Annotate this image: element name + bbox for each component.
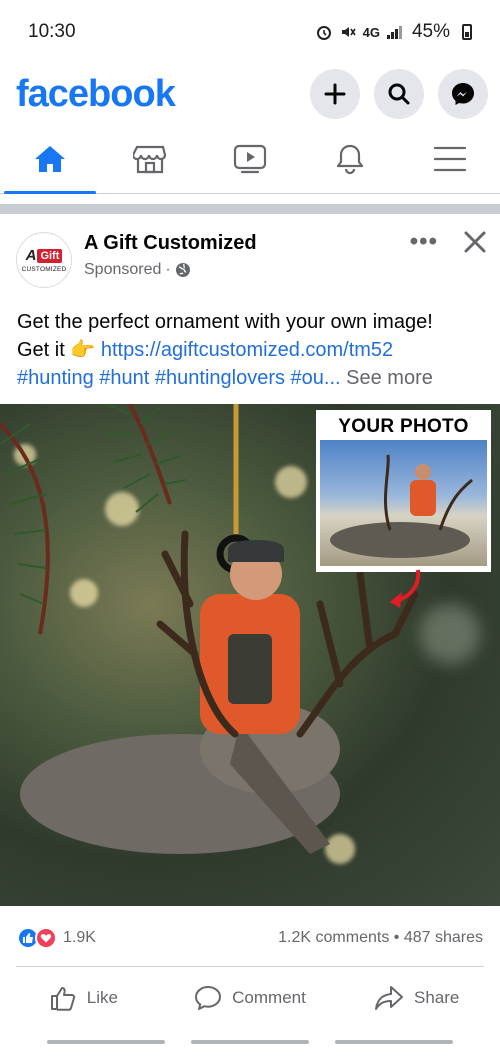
home-icon xyxy=(35,145,65,172)
post-text-line3: #hunting #hunt #huntinglovers #ou... See… xyxy=(17,364,487,392)
main-nav xyxy=(0,124,500,194)
tab-notifications[interactable] xyxy=(300,124,400,193)
globe-icon xyxy=(175,263,190,277)
comment-button[interactable]: Comment xyxy=(167,968,334,1028)
battery-percent: 45% xyxy=(411,21,450,42)
share-label: Share xyxy=(413,988,460,1007)
plus-icon xyxy=(324,83,346,105)
more-options-icon[interactable]: ••• xyxy=(410,228,438,256)
actions-divider xyxy=(16,966,484,967)
status-bar: 10:30 4G 45% xyxy=(0,0,500,64)
alarm-icon xyxy=(316,26,331,40)
feed-divider xyxy=(0,204,500,214)
nav-pill xyxy=(47,1040,165,1044)
your-photo-thumbnail xyxy=(320,440,487,566)
comment-label: Comment xyxy=(232,988,306,1007)
page-name[interactable]: A Gift Customized xyxy=(84,232,257,255)
app-header: facebook xyxy=(0,64,500,124)
tab-marketplace[interactable] xyxy=(100,124,200,193)
avatar-badge: Gift xyxy=(37,248,63,263)
post-header-actions: ••• xyxy=(410,228,486,256)
hamburger-icon xyxy=(433,146,467,171)
battery-icon xyxy=(462,24,472,40)
tab-video[interactable] xyxy=(200,124,300,193)
nav-pill xyxy=(191,1040,309,1044)
post-header: A Gift CUSTOMIZED A Gift Customized Spon… xyxy=(0,226,500,296)
post-hashtags[interactable]: #hunting #hunt #huntinglovers #ou... xyxy=(17,367,341,389)
see-more-link[interactable]: See more xyxy=(346,367,433,389)
sponsored-row: Sponsored · xyxy=(84,261,257,279)
like-button[interactable]: Like xyxy=(0,968,167,1028)
video-icon xyxy=(233,144,267,173)
avatar-subtitle: CUSTOMIZED xyxy=(21,266,67,273)
post-link[interactable]: https://agiftcustomized.com/tm52 xyxy=(101,339,393,361)
thumbs-up-icon xyxy=(50,987,75,1011)
arrow-icon xyxy=(390,569,421,608)
system-nav-bar xyxy=(0,1040,500,1056)
status-time: 10:30 xyxy=(28,21,76,42)
share-icon xyxy=(374,986,403,1010)
sponsored-label[interactable]: Sponsored xyxy=(84,261,161,279)
share-count[interactable]: 487 shares xyxy=(404,929,483,946)
post-text: Get the perfect ornament with your own i… xyxy=(17,308,487,392)
share-button[interactable]: Share xyxy=(333,968,500,1028)
like-label: Like xyxy=(86,988,118,1007)
messenger-icon xyxy=(452,83,474,105)
search-icon xyxy=(388,83,410,105)
network-label: 4G xyxy=(362,24,380,40)
create-button[interactable] xyxy=(310,69,360,119)
post-image[interactable]: YOUR PHOTO xyxy=(0,404,500,906)
engagement-stats: 1.2K comments • 487 shares xyxy=(278,929,483,947)
nav-pill xyxy=(335,1040,453,1044)
reactions-row: 1.9K 1.2K comments • 487 shares xyxy=(0,918,500,958)
signal-icon xyxy=(386,26,402,39)
post-text-line1: Get the perfect ornament with your own i… xyxy=(17,311,433,333)
bell-icon xyxy=(336,144,364,174)
status-icons: 4G 45% xyxy=(315,21,472,43)
post-meta: A Gift Customized Sponsored · xyxy=(84,232,257,296)
comment-icon xyxy=(195,986,222,1010)
your-photo-box: YOUR PHOTO xyxy=(316,410,491,572)
messenger-button[interactable] xyxy=(438,69,488,119)
your-photo-label: YOUR PHOTO xyxy=(338,416,469,437)
facebook-logo[interactable]: facebook xyxy=(16,73,176,116)
avatar-letter: A xyxy=(25,247,37,264)
post-text-line2: Get it 👉 https://agiftcustomized.com/tm5… xyxy=(17,336,487,364)
marketplace-icon xyxy=(133,145,167,173)
close-icon[interactable] xyxy=(464,231,486,253)
page-avatar[interactable]: A Gift CUSTOMIZED xyxy=(16,232,72,288)
post-action-bar: Like Comment Share xyxy=(0,968,500,1028)
love-reaction-icon xyxy=(35,927,57,949)
header-actions xyxy=(310,69,488,119)
meta-separator: · xyxy=(165,261,171,278)
mute-icon xyxy=(341,27,356,37)
search-button[interactable] xyxy=(374,69,424,119)
reaction-summary[interactable]: 1.9K xyxy=(17,927,96,949)
tab-home[interactable] xyxy=(0,124,100,194)
tab-menu[interactable] xyxy=(400,124,500,193)
post-text-prefix: Get it xyxy=(17,339,65,361)
comment-count[interactable]: 1.2K comments xyxy=(278,929,389,946)
reaction-count: 1.9K xyxy=(63,929,96,946)
pointing-hand-icon: 👉 xyxy=(70,339,96,361)
stats-separator: • xyxy=(393,929,400,946)
